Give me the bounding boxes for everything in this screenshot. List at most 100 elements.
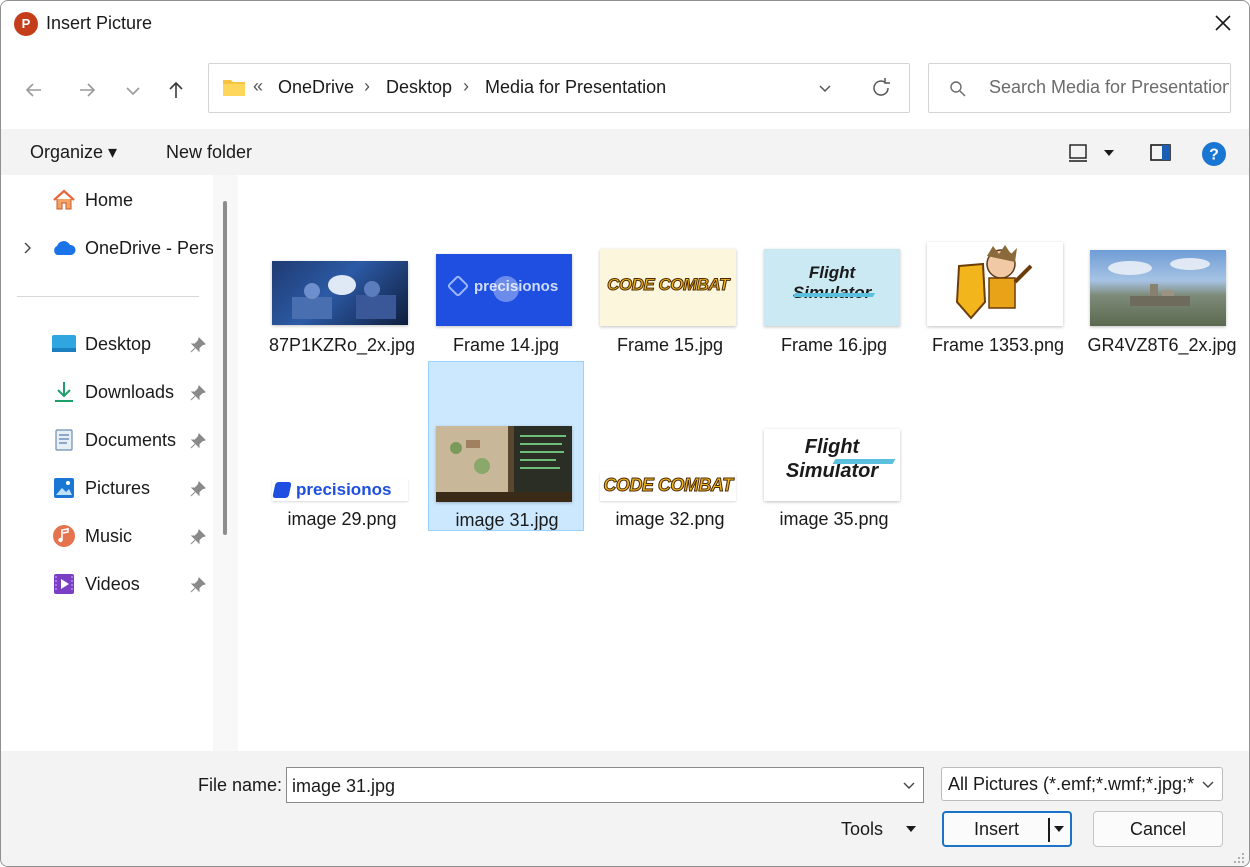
file-name: image 32.png	[615, 509, 725, 529]
sidebar-item-label: Desktop	[85, 334, 152, 354]
sidebar-item-onedrive[interactable]: OneDrive - Personal	[1, 228, 213, 268]
view-icon[interactable]	[1067, 142, 1089, 164]
chevron-down-icon[interactable]	[815, 78, 835, 98]
decorative-stripe	[832, 459, 896, 464]
arrow-up-icon[interactable]	[163, 77, 189, 103]
sidebar-item-label: Downloads	[85, 382, 175, 402]
file-name: Frame 14.jpg	[452, 335, 560, 355]
new-folder-button[interactable]: New folder	[166, 142, 252, 163]
game-screenshot-image	[436, 426, 572, 502]
caret-down-icon[interactable]	[1052, 823, 1066, 835]
file-thumbnail	[436, 426, 572, 502]
sidebar-item-label: Music	[85, 526, 133, 546]
pin-icon[interactable]	[189, 384, 207, 402]
chevron-down-icon[interactable]	[1200, 776, 1216, 792]
file-name: Frame 15.jpg	[616, 335, 724, 355]
refresh-icon[interactable]	[869, 76, 893, 100]
tools-menu[interactable]: Tools	[841, 819, 883, 840]
breadcrumb-media-for-presentation[interactable]: Media for Presentation	[485, 77, 666, 98]
file-type-select[interactable]: All Pictures (*.emf;*.wmf;*.jpg;*	[941, 767, 1223, 801]
breadcrumb-onedrive[interactable]: OneDrive	[278, 77, 354, 98]
file-item[interactable]: GR4VZ8T6_2x.jpg	[1084, 237, 1240, 407]
cancel-button[interactable]: Cancel	[1093, 811, 1223, 847]
search-placeholder: Search Media for Presentation	[989, 77, 1229, 97]
pin-icon[interactable]	[189, 336, 207, 354]
insert-button[interactable]: Insert	[942, 811, 1072, 847]
arrow-left-icon[interactable]	[21, 77, 47, 103]
thumb-text: CODE COMBAT	[603, 475, 734, 496]
breadcrumb-desktop[interactable]: Desktop	[386, 77, 452, 98]
sidebar-item-home[interactable]: Home	[1, 180, 213, 220]
file-thumbnail: Flight Simulator	[764, 429, 900, 501]
sidebar-item-desktop[interactable]: Desktop	[1, 324, 213, 364]
sidebar-item-videos[interactable]: Videos	[1, 564, 213, 604]
preview-pane-icon[interactable]	[1149, 142, 1173, 164]
sidebar-item-label: Videos	[85, 574, 140, 594]
insert-button-label: Insert	[974, 819, 1020, 839]
organize-menu[interactable]: Organize ▾	[30, 142, 117, 163]
file-name-value: image 31.jpg	[292, 776, 396, 796]
chevron-down-icon[interactable]	[1101, 146, 1117, 160]
navigation-bar: « OneDrive › Desktop › Media for Present…	[1, 47, 1249, 129]
pin-icon[interactable]	[189, 432, 207, 450]
scrollbar-thumb[interactable]	[223, 201, 227, 535]
chevron-down-icon[interactable]	[120, 77, 146, 103]
cancel-button-label: Cancel	[1129, 819, 1187, 839]
aerial-city-image	[1108, 258, 1210, 306]
address-bar[interactable]: « OneDrive › Desktop › Media for Present…	[208, 63, 910, 113]
picture-icon	[54, 478, 74, 498]
thumb-text: precisionos	[296, 480, 392, 499]
sidebar-item-label: Home	[85, 190, 134, 210]
file-thumbnail	[1090, 250, 1226, 326]
search-input[interactable]: Search Media for Presentation	[928, 63, 1231, 113]
desktop-icon	[52, 335, 76, 352]
home-icon	[53, 189, 75, 210]
overflow-chevron[interactable]: «	[253, 76, 263, 97]
sidebar-item-downloads[interactable]: Downloads	[1, 372, 213, 412]
svg-text:?: ?	[1209, 147, 1219, 164]
close-icon[interactable]	[1209, 9, 1237, 37]
help-icon[interactable]: ?	[1201, 141, 1227, 167]
knight-character-image	[955, 245, 1033, 320]
sidebar-item-pictures[interactable]: Pictures	[1, 468, 213, 508]
breadcrumb-separator[interactable]: ›	[463, 76, 469, 97]
pin-icon[interactable]	[189, 480, 207, 498]
title-bar: P Insert Picture	[1, 1, 1249, 47]
sidebar-divider	[17, 296, 199, 297]
file-name-field[interactable]: image 31.jpg	[286, 767, 924, 803]
file-list: 87P1KZRo_2x.jpg precisionos Frame 14.jpg…	[238, 175, 1249, 751]
file-name-label: File name:	[198, 775, 283, 795]
file-item-selected[interactable]: image 31.jpg	[428, 361, 584, 531]
sidebar-item-label: Pictures	[85, 478, 151, 498]
insert-picture-dialog: P Insert Picture « OneDrive › Desktop › …	[0, 0, 1250, 867]
pin-icon[interactable]	[189, 576, 207, 594]
decorative-stripe	[792, 293, 876, 297]
sidebar-scrollbar[interactable]	[213, 175, 238, 751]
precisionos-logo-icon	[446, 274, 470, 298]
sidebar-item-documents[interactable]: Documents	[1, 420, 213, 460]
file-thumbnail: CODE COMBAT	[600, 472, 736, 501]
breadcrumb-separator[interactable]: ›	[364, 76, 370, 97]
search-icon	[950, 81, 966, 97]
split-divider	[1048, 818, 1050, 842]
chevron-right-icon[interactable]	[19, 240, 35, 256]
chevron-down-icon[interactable]	[901, 777, 917, 793]
file-item[interactable]: Frame 1353.png	[920, 237, 1076, 407]
file-thumbnail	[272, 261, 408, 325]
file-item[interactable]: CODE COMBAT image 32.png	[592, 363, 748, 533]
file-name: image 35.png	[779, 509, 889, 529]
sidebar-item-music[interactable]: Music	[1, 516, 213, 556]
resize-grip-icon[interactable]	[1233, 852, 1245, 864]
dialog-footer: File name: image 31.jpg All Pictures (*.…	[1, 751, 1249, 866]
arrow-right-icon[interactable]	[74, 77, 100, 103]
file-thumbnail	[927, 242, 1063, 326]
caret-down-icon[interactable]	[904, 823, 918, 835]
thumb-text: CODE COMBAT	[607, 275, 730, 295]
play-icon	[493, 276, 519, 302]
surgery-scene-image	[292, 275, 396, 319]
onedrive-cloud-icon	[54, 241, 76, 255]
file-item[interactable]: Flight Simulator image 35.png	[756, 363, 912, 533]
pin-icon[interactable]	[189, 528, 207, 546]
file-item[interactable]: precisionos image 29.png	[264, 363, 420, 533]
thumb-text: Flight Simulator	[793, 263, 871, 302]
